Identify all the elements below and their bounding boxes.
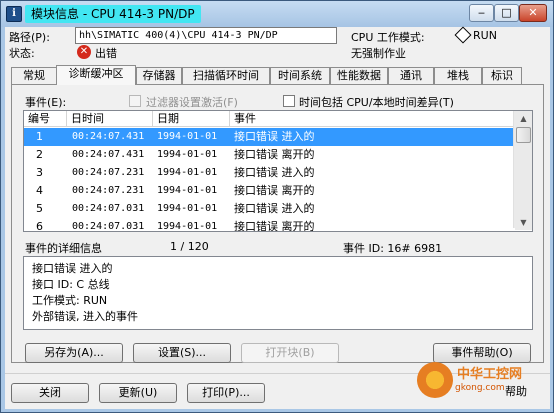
cell-time: 00:24:07.431 bbox=[72, 149, 145, 160]
cell-date: 1994-01-01 bbox=[157, 185, 218, 196]
event-details-box[interactable]: 接口错误 进入的 接口 ID: C 总线 工作模式: RUN 外部错误, 进入的… bbox=[23, 256, 533, 330]
cell-date: 1994-01-01 bbox=[157, 131, 218, 142]
watermark-url: gkong.com bbox=[455, 383, 505, 393]
gear-icon bbox=[417, 362, 453, 398]
filter-checkbox[interactable] bbox=[129, 95, 141, 107]
filter-label: 过滤器设置激活(F) bbox=[146, 96, 238, 109]
cell-event: 接口错误 离开的 bbox=[234, 184, 315, 197]
path-field[interactable]: hh\SIMATIC 400(4)\CPU 414-3 PN/DP bbox=[75, 27, 337, 44]
title-bar[interactable]: i 模块信息 - CPU 414-3 PN/DP ‒ □ ✕ bbox=[1, 1, 553, 27]
cell-event: 接口错误 进入的 bbox=[234, 202, 315, 215]
status-label: 状态: bbox=[9, 47, 35, 60]
close-window-button[interactable]: ✕ bbox=[519, 4, 547, 22]
status-value: 出错 bbox=[95, 47, 117, 60]
time-include-checkbox[interactable] bbox=[283, 95, 295, 107]
tab-memory[interactable]: 存储器 bbox=[136, 67, 182, 84]
details-label: 事件的详细信息 bbox=[25, 242, 102, 255]
cell-number: 4 bbox=[36, 184, 43, 197]
cell-number: 5 bbox=[36, 202, 43, 215]
tab-time-system[interactable]: 时间系统 bbox=[270, 67, 330, 84]
events-label: 事件(E): bbox=[25, 96, 67, 109]
cell-date: 1994-01-01 bbox=[157, 149, 218, 160]
cell-number: 2 bbox=[36, 148, 43, 161]
tab-performance-data[interactable]: 性能数据 bbox=[330, 67, 388, 84]
cell-time: 00:24:07.431 bbox=[72, 131, 145, 142]
cell-number: 3 bbox=[36, 166, 43, 179]
save-as-button[interactable]: 另存为(A)... bbox=[25, 343, 123, 363]
cell-time: 00:24:07.231 bbox=[72, 167, 145, 178]
settings-button[interactable]: 设置(S)... bbox=[133, 343, 231, 363]
cell-event: 接口错误 离开的 bbox=[234, 148, 315, 161]
cell-date: 1994-01-01 bbox=[157, 221, 218, 232]
column-header-date[interactable]: 日期 bbox=[153, 111, 230, 127]
table-row[interactable]: 6 00:24:07.031 1994-01-01 接口错误 离开的 bbox=[24, 218, 513, 232]
column-header-number[interactable]: 编号 bbox=[24, 111, 67, 127]
client-area: 路径(P): hh\SIMATIC 400(4)\CPU 414-3 PN/DP… bbox=[5, 26, 550, 409]
print-button[interactable]: 打印(P)... bbox=[187, 383, 265, 403]
column-header-event[interactable]: 事件 bbox=[230, 111, 513, 127]
cpu-mode-label: CPU 工作模式: bbox=[351, 31, 425, 44]
close-button[interactable]: 关闭 bbox=[11, 383, 89, 403]
update-button[interactable]: 更新(U) bbox=[99, 383, 177, 403]
cell-time: 00:24:07.031 bbox=[72, 203, 145, 214]
info-icon: i bbox=[6, 6, 22, 22]
tab-general[interactable]: 常规 bbox=[11, 67, 57, 84]
error-icon: ✕ bbox=[77, 45, 91, 59]
tab-identification[interactable]: 标识 bbox=[482, 67, 522, 84]
cell-event: 接口错误 离开的 bbox=[234, 220, 315, 232]
column-header-time[interactable]: 日时间 bbox=[67, 111, 153, 127]
list-header: 编号 日时间 日期 事件 bbox=[24, 111, 513, 127]
watermark-logo: 中华工控网 gkong.com 帮助 bbox=[417, 359, 549, 405]
watermark-text: 中华工控网 bbox=[457, 367, 523, 382]
detail-line: 外部错误, 进入的事件 bbox=[32, 310, 138, 323]
event-id: 事件 ID: 16# 6981 bbox=[343, 242, 443, 255]
tab-scan-cycle-time[interactable]: 扫描循环时间 bbox=[182, 67, 270, 84]
cpu-mode-value: RUN bbox=[473, 29, 497, 42]
tab-communication[interactable]: 通讯 bbox=[388, 67, 434, 84]
time-include-label: 时间包括 CPU/本地时间差异(T) bbox=[299, 96, 454, 109]
cell-event: 接口错误 进入的 bbox=[234, 130, 315, 143]
scroll-down-icon[interactable]: ▼ bbox=[515, 215, 532, 230]
open-block-button[interactable]: 打开块(B) bbox=[241, 343, 339, 363]
events-list[interactable]: 编号 日时间 日期 事件 1 00:24:07.431 1994-01-01 接口错误… bbox=[23, 110, 533, 232]
minimize-button[interactable]: ‒ bbox=[469, 4, 494, 22]
force-status: 无强制作业 bbox=[351, 47, 406, 60]
run-mode-icon bbox=[454, 26, 472, 44]
cell-number: 6 bbox=[36, 220, 43, 232]
cell-number: 1 bbox=[36, 130, 43, 143]
help-button[interactable]: 帮助 bbox=[505, 383, 527, 399]
cell-date: 1994-01-01 bbox=[157, 167, 218, 178]
detail-line: 工作模式: RUN bbox=[32, 294, 108, 307]
event-counter: 1 / 120 bbox=[170, 240, 209, 253]
cell-date: 1994-01-01 bbox=[157, 203, 218, 214]
module-info-window: i 模块信息 - CPU 414-3 PN/DP ‒ □ ✕ 路径(P): hh… bbox=[0, 0, 554, 413]
cell-time: 00:24:07.231 bbox=[72, 185, 145, 196]
scroll-thumb[interactable] bbox=[516, 127, 531, 143]
table-row[interactable]: 4 00:24:07.231 1994-01-01 接口错误 离开的 bbox=[24, 182, 513, 200]
path-label: 路径(P): bbox=[9, 31, 50, 44]
scroll-up-icon[interactable]: ▲ bbox=[515, 111, 532, 126]
table-row[interactable]: 2 00:24:07.431 1994-01-01 接口错误 离开的 bbox=[24, 146, 513, 164]
detail-line: 接口错误 进入的 bbox=[32, 262, 113, 275]
table-row[interactable]: 1 00:24:07.431 1994-01-01 接口错误 进入的 bbox=[24, 128, 513, 146]
table-row[interactable]: 3 00:24:07.231 1994-01-01 接口错误 进入的 bbox=[24, 164, 513, 182]
detail-line: 接口 ID: C 总线 bbox=[32, 278, 110, 291]
list-scrollbar[interactable]: ▲ ▼ bbox=[513, 111, 532, 230]
cell-event: 接口错误 进入的 bbox=[234, 166, 315, 179]
window-title: 模块信息 - CPU 414-3 PN/DP bbox=[25, 5, 201, 23]
maximize-button[interactable]: □ bbox=[494, 4, 519, 22]
tab-stacks[interactable]: 堆栈 bbox=[434, 67, 482, 84]
tab-diagnostic-buffer[interactable]: 诊断缓冲区 bbox=[56, 65, 136, 85]
cell-time: 00:24:07.031 bbox=[72, 221, 145, 232]
table-row[interactable]: 5 00:24:07.031 1994-01-01 接口错误 进入的 bbox=[24, 200, 513, 218]
